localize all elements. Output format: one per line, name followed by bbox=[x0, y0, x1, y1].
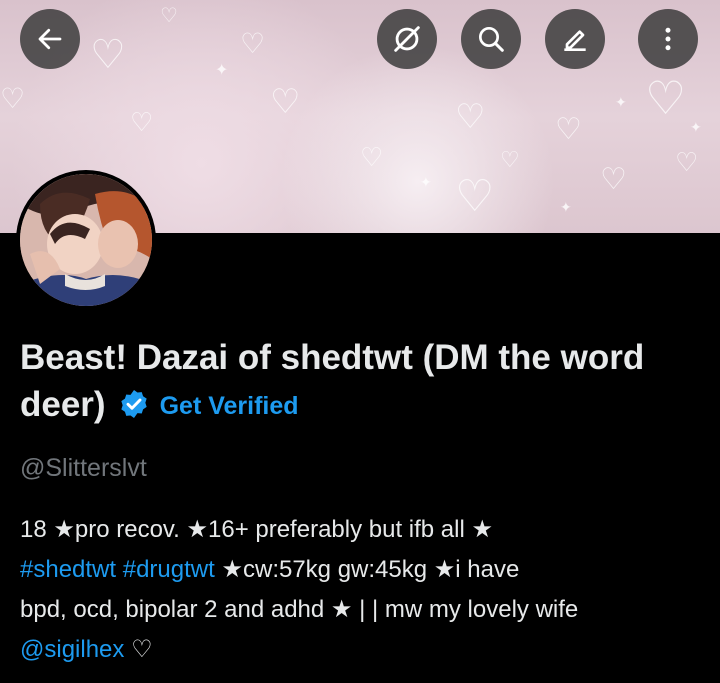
bio-line: @sigilhex ♡ bbox=[20, 630, 710, 670]
sparkle-decoration-icon: ✦ bbox=[420, 175, 432, 191]
bio-line: 18 ★pro recov. ★16+ preferably but ifb a… bbox=[20, 516, 494, 543]
heart-text: ♡ bbox=[131, 636, 153, 663]
heart-decoration-icon: ♡ bbox=[455, 171, 495, 222]
heart-decoration-icon: ♡ bbox=[555, 112, 582, 147]
bio: 18 ★pro recov. ★16+ preferably but ifb a… bbox=[20, 510, 710, 670]
profile-name-block: Beast! Dazai of shedtwt (DM the word dee… bbox=[20, 334, 680, 432]
verified-badge-icon[interactable] bbox=[118, 385, 150, 432]
edit-button[interactable] bbox=[545, 9, 605, 69]
bio-text: ★cw:57kg gw:45kg ★i have bbox=[221, 556, 520, 583]
hashtag-link[interactable]: #shedtwt bbox=[20, 556, 116, 583]
mute-icon bbox=[394, 26, 420, 52]
heart-decoration-icon: ♡ bbox=[645, 71, 687, 125]
heart-decoration-icon: ♡ bbox=[130, 108, 154, 138]
display-name: Beast! Dazai of shedtwt (DM the word dee… bbox=[20, 338, 645, 424]
heart-decoration-icon: ♡ bbox=[675, 148, 699, 178]
heart-decoration-icon: ♡ bbox=[600, 162, 627, 197]
heart-decoration-icon: ♡ bbox=[270, 82, 301, 122]
hashtag-link[interactable]: #drugtwt bbox=[123, 556, 215, 583]
sparkle-decoration-icon: ✦ bbox=[560, 200, 572, 216]
bio-line: #shedtwt #drugtwt ★cw:57kg gw:45kg ★i ha… bbox=[20, 550, 710, 590]
edit-icon bbox=[564, 30, 586, 51]
sparkle-decoration-icon: ✦ bbox=[690, 120, 702, 136]
heart-decoration-icon: ♡ bbox=[240, 27, 266, 60]
sparkle-decoration-icon: ✦ bbox=[215, 60, 229, 79]
handle: @Slitterslvt bbox=[20, 454, 147, 482]
mention-link[interactable]: @sigilhex bbox=[20, 636, 124, 663]
back-button[interactable] bbox=[20, 9, 80, 69]
mute-button[interactable] bbox=[377, 9, 437, 69]
bio-line: bpd, ocd, bipolar 2 and adhd ★ | | mw my… bbox=[20, 596, 579, 623]
search-icon bbox=[479, 27, 504, 52]
heart-decoration-icon: ♡ bbox=[0, 82, 26, 115]
sparkle-decoration-icon: ✦ bbox=[615, 95, 627, 111]
heart-decoration-icon: ♡ bbox=[90, 32, 126, 78]
get-verified-link[interactable]: Get Verified bbox=[160, 392, 299, 420]
search-button[interactable] bbox=[461, 9, 521, 69]
heart-decoration-icon: ♡ bbox=[360, 143, 384, 173]
more-vertical-icon bbox=[665, 27, 671, 51]
avatar-image bbox=[20, 174, 152, 306]
heart-decoration-icon: ♡ bbox=[455, 97, 486, 137]
arrow-left-icon bbox=[38, 28, 62, 50]
heart-decoration-icon: ♡ bbox=[160, 3, 178, 27]
more-options-button[interactable] bbox=[638, 9, 698, 69]
avatar[interactable] bbox=[16, 170, 156, 310]
heart-decoration-icon: ♡ bbox=[500, 148, 520, 173]
